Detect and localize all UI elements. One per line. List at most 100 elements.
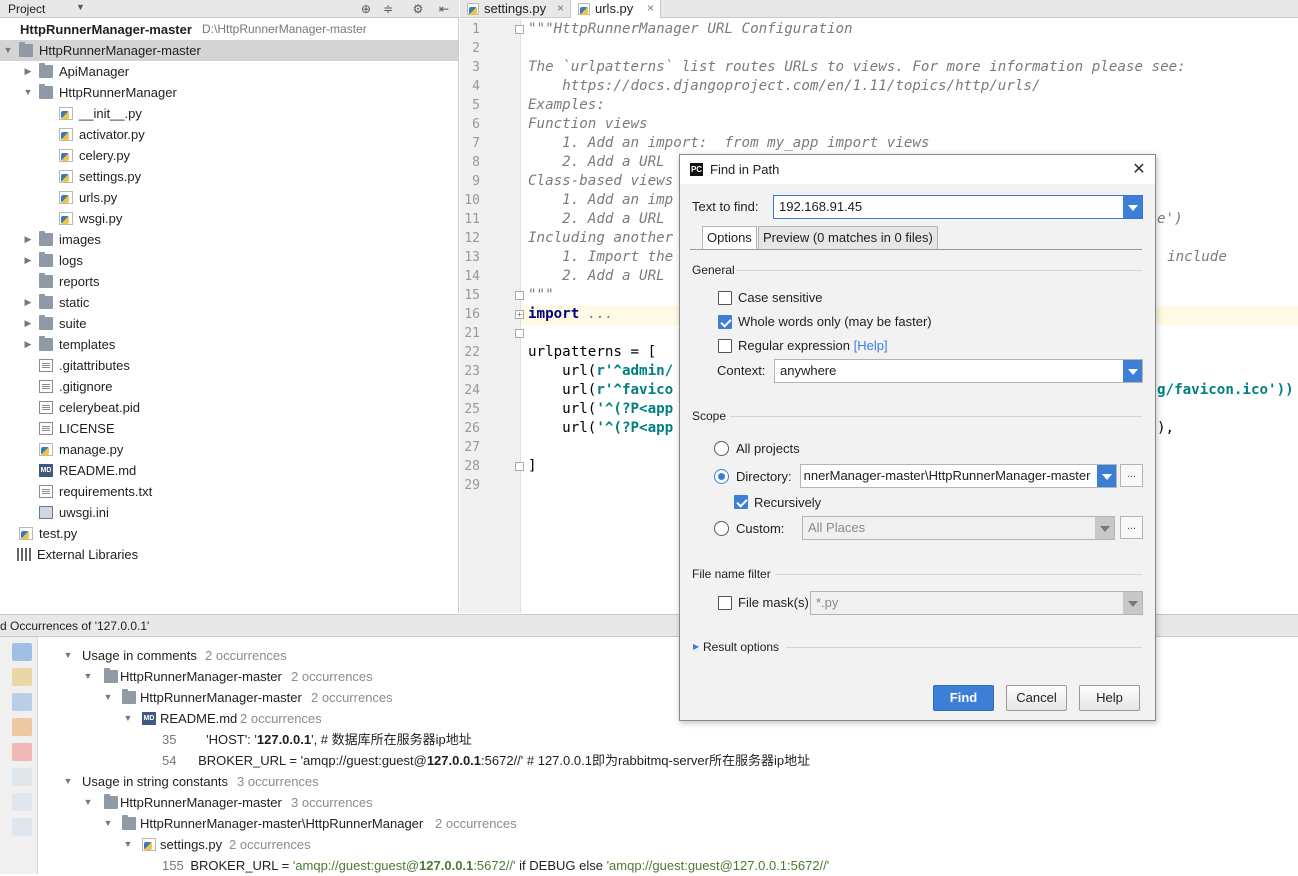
case-sensitive-checkbox[interactable] [718, 291, 732, 305]
project-tree-item[interactable]: test.py [0, 523, 458, 544]
result-line[interactable]: 155 BROKER_URL = 'amqp://guest:guest@127… [162, 855, 829, 876]
chevron-down-icon[interactable] [1097, 465, 1116, 487]
project-tree-item[interactable]: LICENSE [0, 418, 458, 439]
directory-label: Directory: [736, 469, 792, 484]
result-line[interactable]: 54 BROKER_URL = 'amqp://guest:guest@127.… [162, 750, 810, 771]
file-icon[interactable] [12, 743, 32, 761]
project-tree-item[interactable]: activator.py [0, 124, 458, 145]
project-tree-item[interactable]: ▼ HttpRunnerManager-master [0, 40, 458, 61]
fold-marker-icon[interactable] [515, 291, 524, 300]
urlpatterns-line: urlpatterns = [ [528, 344, 657, 360]
chevron-down-icon[interactable] [1095, 517, 1114, 539]
project-tree-item[interactable]: manage.py [0, 439, 458, 460]
tab-options[interactable]: Options [702, 226, 757, 250]
project-tree-item[interactable]: wsgi.py [0, 208, 458, 229]
collapsed-arrow-icon[interactable]: ▶ [22, 61, 34, 82]
close-icon[interactable]: ✕ [1130, 159, 1148, 179]
result-options-toggle[interactable]: Result options [703, 640, 779, 654]
collapsed-arrow-icon[interactable]: ▶ [22, 250, 34, 271]
project-tree-item[interactable]: ▶ suite [0, 313, 458, 334]
collapsed-arrow-icon[interactable]: ▶ [22, 334, 34, 355]
help-link[interactable]: [Help] [854, 338, 888, 353]
project-tree-item[interactable]: ▶ templates [0, 334, 458, 355]
fold-marker-icon[interactable] [515, 462, 524, 471]
result-line[interactable]: 35 'HOST': '127.0.0.1', # 数据库所在服务器ip地址 [162, 729, 472, 750]
whole-words-checkbox[interactable] [718, 315, 732, 329]
project-tree-item[interactable]: settings.py [0, 166, 458, 187]
sort-icon[interactable] [12, 818, 32, 836]
dropdown-icon[interactable]: ▼ [76, 2, 85, 12]
project-panel-title[interactable]: Project [8, 2, 45, 16]
python-file-icon [59, 212, 73, 225]
module-icon[interactable] [12, 693, 32, 711]
project-tree-item[interactable]: requirements.txt [0, 481, 458, 502]
chevron-down-icon[interactable] [1123, 592, 1142, 614]
collapsed-arrow-icon[interactable]: ▶ [22, 229, 34, 250]
regex-checkbox[interactable] [718, 339, 732, 353]
collapse-icon[interactable]: ≑ [380, 1, 396, 17]
package-icon[interactable] [12, 718, 32, 736]
project-tree-item[interactable]: ▶ static [0, 292, 458, 313]
docstring-line: """ [528, 287, 554, 303]
fold-marker-icon[interactable]: + [515, 310, 524, 319]
project-tree-item[interactable]: ▼ HttpRunnerManager [0, 82, 458, 103]
hide-icon[interactable]: ⇤ [436, 1, 452, 17]
tab-settings-py[interactable]: settings.py × [460, 0, 571, 18]
custom-scope-select[interactable]: All Places [802, 516, 1115, 540]
sync-icon[interactable]: ⊕ [358, 1, 374, 17]
project-tree-item[interactable]: ▶ images [0, 229, 458, 250]
filter-icon[interactable] [12, 643, 32, 661]
find-button[interactable]: Find [933, 685, 994, 711]
expand-arrow-icon[interactable]: ▶ [693, 642, 699, 651]
preview-icon[interactable] [12, 793, 32, 811]
project-tree-item[interactable]: MD README.md [0, 460, 458, 481]
file-mask-select[interactable]: *.py [810, 591, 1143, 615]
text-to-find-input[interactable]: 192.168.91.45 [773, 195, 1143, 219]
close-icon[interactable]: × [557, 0, 564, 17]
project-tree-item[interactable]: ▶ logs [0, 250, 458, 271]
folder-icon [39, 84, 53, 99]
project-tree-item[interactable]: urls.py [0, 187, 458, 208]
tab-preview[interactable]: Preview (0 matches in 0 files) [758, 226, 938, 250]
gear-icon[interactable]: ⚙ [410, 1, 426, 17]
project-tree-item[interactable]: .gitignore [0, 376, 458, 397]
project-root-row[interactable]: HttpRunnerManager-master D:\HttpRunnerMa… [0, 19, 458, 40]
project-tree-item[interactable]: External Libraries [0, 544, 458, 565]
docstring-line: The `urlpatterns` list routes URLs to vi… [528, 59, 1186, 75]
divider [786, 647, 1142, 648]
project-tree-item[interactable]: __init__.py [0, 103, 458, 124]
project-tree-item[interactable]: .gitattributes [0, 355, 458, 376]
project-tree-item[interactable]: uwsgi.ini [0, 502, 458, 523]
project-tree-item[interactable]: reports [0, 271, 458, 292]
project-tree-item[interactable]: celery.py [0, 145, 458, 166]
all-projects-radio[interactable] [714, 441, 729, 456]
chevron-down-icon[interactable] [1123, 196, 1142, 218]
context-select[interactable]: anywhere [774, 359, 1143, 383]
chevron-down-icon[interactable] [1123, 360, 1142, 382]
tab-urls-py[interactable]: urls.py × [571, 0, 661, 18]
help-button[interactable]: Help [1079, 685, 1140, 711]
line-number: 27 [464, 440, 480, 455]
browse-directory-button[interactable]: ... [1120, 464, 1143, 487]
directory-select[interactable]: nnerManager-master\HttpRunnerManager-mas… [800, 464, 1117, 488]
docstring-line: 1. Add an import: from my_app import vie… [528, 135, 930, 151]
browse-custom-button[interactable]: ... [1120, 516, 1143, 539]
recursively-checkbox[interactable] [734, 495, 748, 509]
expanded-arrow-icon[interactable]: ▼ [22, 82, 34, 103]
custom-radio[interactable] [714, 521, 729, 536]
cancel-button[interactable]: Cancel [1006, 685, 1067, 711]
line-number: 15 [464, 288, 480, 303]
fold-marker-icon[interactable] [515, 25, 524, 34]
expand-all-icon[interactable] [12, 768, 32, 786]
fold-marker-icon[interactable] [515, 329, 524, 338]
close-bracket-line: ] [528, 458, 537, 474]
collapsed-arrow-icon[interactable]: ▶ [22, 313, 34, 334]
directory-radio[interactable] [714, 469, 729, 484]
expanded-arrow-icon[interactable]: ▼ [2, 40, 14, 61]
collapsed-arrow-icon[interactable]: ▶ [22, 292, 34, 313]
project-tree-item[interactable]: ▶ ApiManager [0, 61, 458, 82]
group-by-icon[interactable] [12, 668, 32, 686]
close-icon[interactable]: × [647, 0, 654, 17]
project-tree-item[interactable]: celerybeat.pid [0, 397, 458, 418]
file-mask-checkbox[interactable] [718, 596, 732, 610]
